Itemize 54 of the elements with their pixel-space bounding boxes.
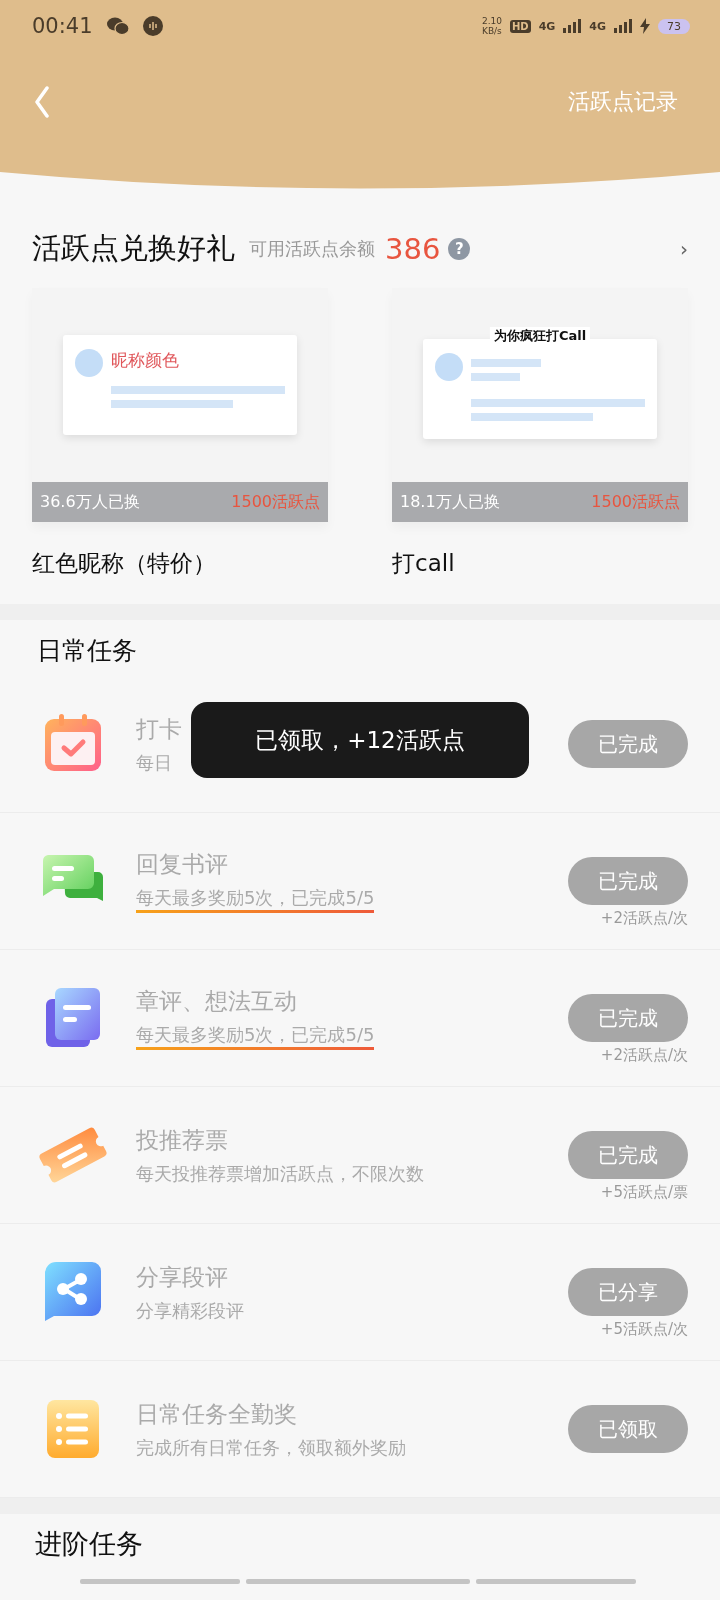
reward-points: +5活跃点/票 (600, 1183, 688, 1202)
ticket-icon (38, 1125, 108, 1185)
network-speed: 2.10 (481, 16, 502, 26)
price: 1500活跃点 (231, 491, 320, 513)
task-title: 分享段评 (136, 1262, 228, 1292)
balance-value: 386 (385, 232, 441, 266)
task-description: 每天最多奖励5次，已完成5/5 (136, 886, 375, 913)
records-link[interactable]: 活跃点记录 (568, 87, 678, 117)
network-speed-unit: KB/s (482, 26, 502, 36)
task-title: 回复书评 (136, 850, 228, 879)
price: 1500活跃点 (591, 491, 680, 513)
help-icon[interactable]: ? (448, 238, 471, 260)
task-description: 每天最多奖励5次，已完成5/5 (136, 1023, 375, 1050)
task-title: 投推荐票 (136, 1125, 228, 1155)
more-button[interactable]: › (680, 237, 688, 261)
section-title: 日常任务 (36, 635, 138, 667)
reward-points: +2活跃点/次 (600, 1046, 688, 1065)
text-line-placeholder (471, 373, 520, 381)
text-line-placeholder (471, 359, 541, 367)
task-title: 章评、想法互动 (136, 987, 297, 1016)
network-type: 4G (589, 19, 606, 33)
nickname-preview: 昵称颜色 (111, 350, 179, 370)
reward-name: 红色昵称（特价） (32, 549, 217, 578)
signal-icon (563, 19, 582, 33)
network-type: 4G (538, 19, 556, 33)
sound-wave-icon (142, 16, 163, 36)
exchange-count: 36.6万人已换 (40, 491, 140, 513)
document-icon (45, 987, 101, 1049)
toast-message: 已领取，+12活跃点 (191, 702, 529, 778)
avatar-placeholder (75, 349, 103, 377)
reward-points: +2活跃点/次 (600, 909, 688, 928)
signal-icon (614, 19, 632, 33)
charging-icon (640, 18, 650, 34)
reward-card[interactable]: 昵称颜色 36.6万人已换 1500活跃点 (32, 288, 328, 522)
reward-card[interactable]: 为你疯狂打Call 18.1万人已换 1500活跃点 (392, 288, 688, 522)
chat-bubbles-icon (106, 17, 129, 35)
reward-points: +5活跃点/次 (600, 1320, 688, 1339)
call-banner: 为你疯狂打Call (489, 327, 591, 345)
exchange-count: 18.1万人已换 (400, 491, 500, 513)
reward-name: 打call (392, 549, 456, 578)
task-description: 完成所有日常任务，领取额外奖励 (136, 1435, 406, 1460)
task-description: 每日 (136, 750, 172, 775)
back-icon[interactable] (34, 86, 50, 118)
share-icon (44, 1261, 102, 1323)
section-title: 进阶任务 (35, 1528, 143, 1559)
balance-label: 可用活跃点余额 (249, 237, 375, 261)
list-icon (46, 1399, 100, 1459)
avatar-placeholder (435, 353, 463, 381)
status-time: 00:41 (32, 14, 93, 38)
section-title: 活跃点兑换好礼 (32, 230, 235, 267)
task-description: 分享精彩段评 (136, 1298, 244, 1323)
task-title: 打卡 (136, 714, 182, 744)
task-description: 每天投推荐票增加活跃点，不限次数 (136, 1161, 424, 1186)
task-title: 日常任务全勤奖 (136, 1399, 297, 1429)
